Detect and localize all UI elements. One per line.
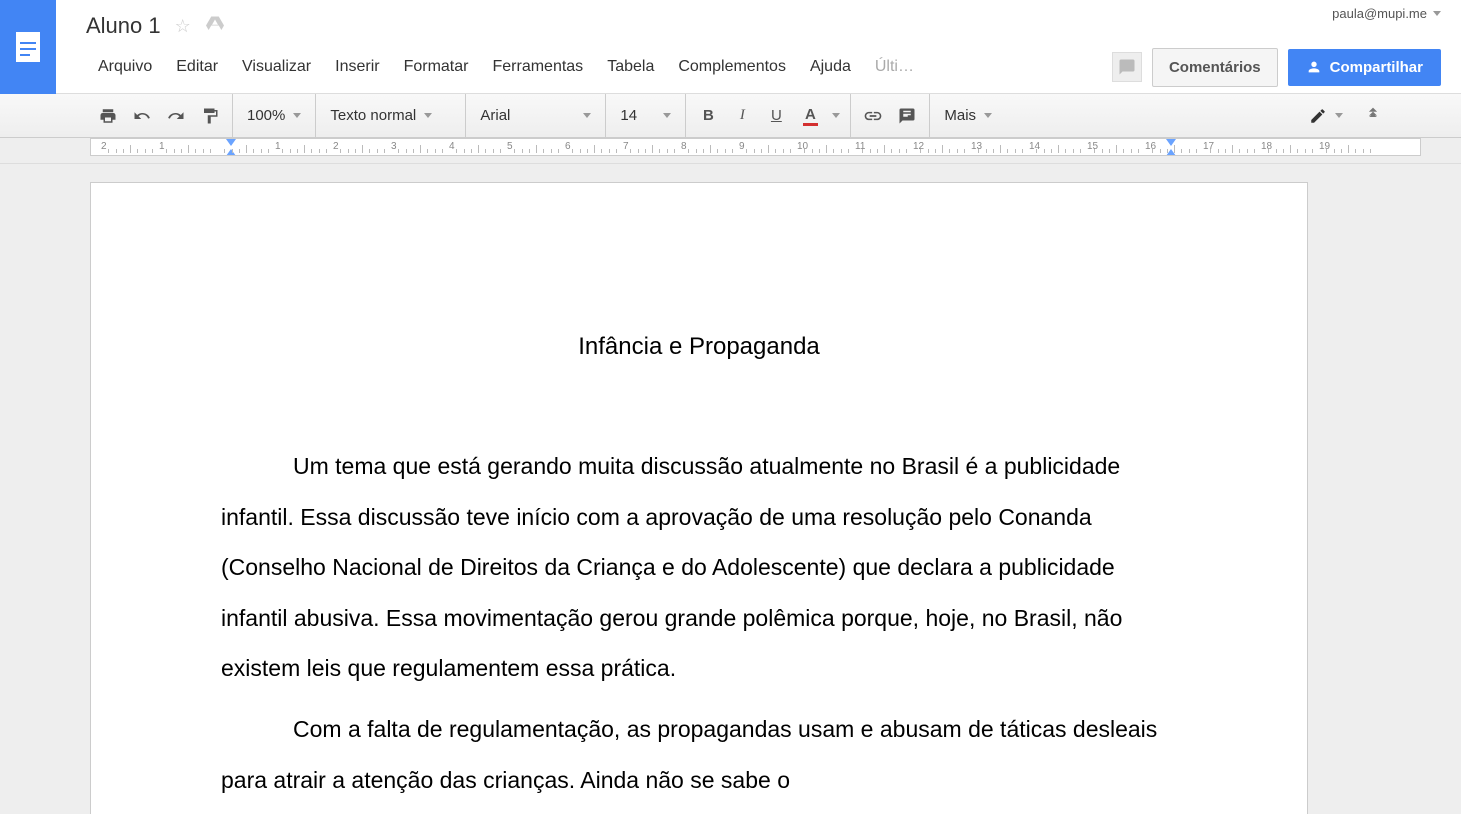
zoom-value: 100% [247,107,285,124]
title-row: Aluno 1 ☆ [86,8,1441,44]
underline-icon[interactable]: U [764,102,788,130]
ruler-number: 8 [681,141,687,152]
ruler-number: 12 [913,141,924,152]
ruler-number: 2 [333,141,339,152]
font-value: Arial [480,107,510,124]
user-email: paula@mupi.me [1332,6,1427,21]
document-canvas[interactable]: Infância e Propaganda Um tema que está g… [0,164,1461,814]
menu-ferramentas[interactable]: Ferramentas [480,52,595,82]
print-icon[interactable] [96,102,120,130]
toolbar-right [1305,105,1461,126]
ruler-number: 19 [1319,141,1330,152]
ruler-area: 2112345678910111213141516171819 [0,138,1461,164]
toolbar-group-format: B I U A [686,94,851,138]
menu-inserir[interactable]: Inserir [323,52,391,82]
pencil-icon [1309,107,1327,125]
style-value: Texto normal [330,107,416,124]
menu-ajuda[interactable]: Ajuda [798,52,863,82]
comments-button[interactable]: Comentários [1152,48,1278,87]
document-icon [16,32,40,62]
share-button[interactable]: Compartilhar [1288,49,1441,86]
header-actions: Comentários Compartilhar [1112,48,1441,87]
menu-tabela[interactable]: Tabela [595,52,666,82]
chevron-down-icon [424,113,432,118]
menu-visualizar[interactable]: Visualizar [230,52,323,82]
ruler-number: 1 [275,141,281,152]
toolbar-group-size: 14 [606,94,686,138]
star-icon[interactable]: ☆ [175,16,191,37]
user-account[interactable]: paula@mupi.me [1332,6,1441,21]
font-dropdown[interactable]: Arial [476,107,595,124]
header-main: Aluno 1 ☆ paula@mupi.me Arquivo Editar V… [56,0,1461,90]
chevron-down-icon [663,113,671,118]
paint-format-icon[interactable] [198,102,222,130]
chevron-down-icon [984,113,992,118]
toolbar-group-insert [851,94,930,138]
ruler-number: 7 [623,141,629,152]
first-line-indent-marker[interactable] [226,139,236,146]
ruler-number: 9 [739,141,745,152]
menu-bar: Arquivo Editar Visualizar Inserir Format… [86,44,1441,90]
font-size-dropdown[interactable]: 14 [616,107,675,124]
document-paragraph-1[interactable]: Um tema que está gerando muita discussão… [221,441,1177,694]
editing-mode-dropdown[interactable] [1305,107,1347,125]
menu-complementos[interactable]: Complementos [666,52,798,82]
toolbar-group-font: Arial [466,94,606,138]
toolbar-group-actions [86,94,233,138]
more-label: Mais [944,107,976,124]
chevron-down-icon [1335,113,1343,118]
ruler-number: 5 [507,141,513,152]
last-edit-link[interactable]: Últi… [863,52,926,82]
ruler-number: 18 [1261,141,1272,152]
bold-icon[interactable]: B [696,102,720,130]
toolbar-group-style: Texto normal [316,94,466,138]
ruler-number: 11 [855,141,865,152]
chevron-down-icon [1433,11,1441,16]
size-value: 14 [620,107,637,124]
menu-formatar[interactable]: Formatar [392,52,481,82]
paragraph-style-dropdown[interactable]: Texto normal [326,107,436,124]
ruler-number: 17 [1203,141,1214,152]
menu-arquivo[interactable]: Arquivo [86,52,164,82]
docs-logo[interactable] [0,0,56,94]
comment-icon[interactable] [895,102,919,130]
chevron-down-icon [583,113,591,118]
horizontal-ruler[interactable]: 2112345678910111213141516171819 [90,138,1421,156]
document-page[interactable]: Infância e Propaganda Um tema que está g… [90,182,1308,814]
move-to-drive-icon[interactable] [205,15,225,38]
ruler-number: 13 [971,141,982,152]
more-dropdown[interactable]: Mais [940,107,996,124]
italic-icon[interactable]: I [730,102,754,130]
ruler-number: 4 [449,141,455,152]
chevron-down-icon[interactable] [832,113,840,118]
toolbar-group-zoom: 100% [233,94,316,138]
redo-icon[interactable] [164,102,188,130]
link-icon[interactable] [861,102,885,130]
app-header: Aluno 1 ☆ paula@mupi.me Arquivo Editar V… [0,0,1461,94]
collapse-toolbar-icon[interactable] [1365,105,1381,126]
share-button-label: Compartilhar [1330,59,1423,76]
ruler-number: 3 [391,141,397,152]
toolbar: 100% Texto normal Arial 14 B I U A Mais [0,94,1461,138]
ruler-number: 2 [101,141,107,152]
ruler-number: 6 [565,141,571,152]
chevron-down-icon [293,113,301,118]
text-color-icon[interactable]: A [798,102,822,130]
chat-icon[interactable] [1112,52,1142,82]
document-heading[interactable]: Infância e Propaganda [221,333,1177,361]
ruler-number: 15 [1087,141,1098,152]
zoom-dropdown[interactable]: 100% [243,107,305,124]
menu-editar[interactable]: Editar [164,52,230,82]
ruler-number: 1 [159,141,165,152]
ruler-number: 10 [797,141,808,152]
document-paragraph-2[interactable]: Com a falta de regulamentação, as propag… [221,704,1177,805]
document-title[interactable]: Aluno 1 [86,13,161,39]
undo-icon[interactable] [130,102,154,130]
person-icon [1306,59,1322,75]
ruler-number: 16 [1145,141,1156,152]
ruler-number: 14 [1029,141,1040,152]
toolbar-group-more: Mais [930,94,1006,138]
